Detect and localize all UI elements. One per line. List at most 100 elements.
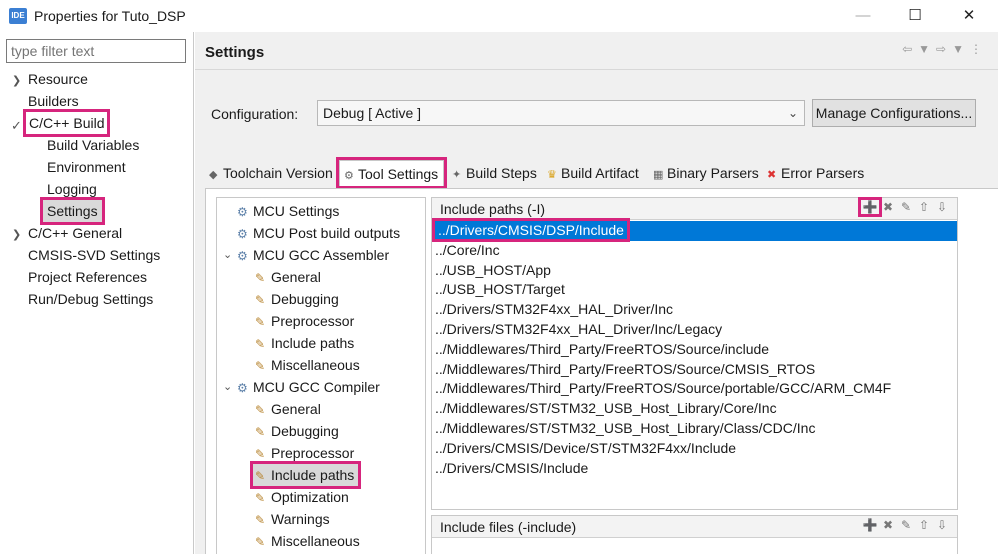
property-page-tree: ❯ Resource Builders ✓ C/C++ Build Build …: [0, 32, 194, 554]
close-icon[interactable]: ✕: [946, 4, 992, 28]
list-item[interactable]: ../Drivers/STM32F4xx_HAL_Driver/Inc/Lega…: [432, 320, 957, 340]
chevron-down-icon[interactable]: ⌄: [223, 380, 232, 393]
add-file-icon[interactable]: ➕: [861, 518, 879, 532]
tab-toolchain-version[interactable]: ◆ Toolchain Version: [205, 160, 335, 186]
list-item[interactable]: ../Middlewares/ST/STM32_USB_Host_Library…: [432, 399, 957, 419]
include-files-title: Include files (-include): [440, 519, 577, 535]
settings-page-icon: ✎: [255, 447, 266, 462]
tool-tree-item[interactable]: ✎ Preprocessor: [255, 442, 354, 464]
list-item[interactable]: ../Drivers/CMSIS/Device/ST/STM32F4xx/Inc…: [432, 439, 957, 459]
list-item[interactable]: ../Middlewares/ST/STM32_USB_Host_Library…: [432, 419, 957, 439]
maximize-icon[interactable]: ☐: [892, 4, 938, 28]
tool-tree-item-include-paths[interactable]: ✎ Include paths: [249, 461, 362, 489]
tab-error-parsers[interactable]: ✖ Error Parsers: [763, 160, 864, 186]
sidebar-item-cpp-general[interactable]: C/C++ General: [28, 222, 122, 244]
move-up-icon[interactable]: ⇧: [915, 200, 933, 214]
configuration-row: Configuration: Debug [ Active ] ⌄ Manage…: [205, 84, 976, 134]
gear-icon: ⚙: [237, 205, 248, 220]
list-item[interactable]: ../USB_HOST/Target: [432, 280, 957, 300]
chevron-down-icon[interactable]: ✓: [11, 118, 22, 134]
chevron-down-icon[interactable]: ⌄: [223, 248, 232, 261]
include-files-header: Include files (-include) ➕ ✖ ✎ ⇧ ⇩: [432, 516, 957, 538]
filter-input[interactable]: [6, 39, 186, 63]
list-item[interactable]: ../Drivers/CMSIS/Include: [432, 459, 957, 479]
settings-page-icon: ✎: [255, 513, 266, 528]
list-item[interactable]: ../Drivers/CMSIS/DSP/Include: [432, 218, 957, 242]
title-bar: IDE Properties for Tuto_DSP — ☐ ✕: [0, 0, 998, 32]
sidebar-item-cpp-build[interactable]: C/C++ Build: [22, 109, 111, 137]
list-item[interactable]: ../Core/Inc: [432, 241, 957, 261]
list-item[interactable]: ../USB_HOST/App: [432, 261, 957, 281]
forward-menu-icon[interactable]: ▼: [952, 42, 970, 56]
nav-arrows[interactable]: ⇦▼⇨▼⋮: [902, 42, 988, 56]
manage-configurations-button[interactable]: Manage Configurations...: [812, 99, 976, 127]
tool-tree-item[interactable]: ⚙ MCU Post build outputs: [237, 222, 400, 244]
tab-binary-parsers[interactable]: ▦ Binary Parsers: [649, 160, 761, 186]
tab-build-artifact[interactable]: ♛ Build Artifact: [543, 160, 646, 186]
sidebar-item-settings[interactable]: Settings: [40, 197, 105, 225]
configuration-select[interactable]: Debug [ Active ] ⌄: [317, 100, 805, 126]
tab-build-steps[interactable]: ✦ Build Steps: [448, 160, 540, 186]
list-item[interactable]: ../Middlewares/Third_Party/FreeRTOS/Sour…: [432, 360, 957, 380]
sidebar-item-resource[interactable]: Resource: [28, 68, 88, 90]
tab-tool-settings[interactable]: ⚙ Tool Settings: [336, 157, 447, 189]
include-files-toolbar: ➕ ✖ ✎ ⇧ ⇩: [861, 518, 951, 532]
forward-arrow-icon[interactable]: ⇨: [936, 42, 952, 56]
settings-page-icon: ✎: [255, 337, 266, 352]
tool-tree-item[interactable]: ⚙ MCU GCC Compiler: [237, 376, 380, 398]
tool-tree-item[interactable]: ✎ General: [255, 398, 321, 420]
sidebar-item-environment[interactable]: Environment: [47, 156, 126, 178]
gear-icon: ⚙: [237, 249, 248, 264]
sidebar-item-run-debug[interactable]: Run/Debug Settings: [28, 288, 153, 310]
tool-settings-icon: ⚙: [344, 170, 354, 182]
tool-tree-item[interactable]: ✎ Miscellaneous: [255, 354, 360, 376]
view-menu-icon[interactable]: ⋮: [970, 42, 988, 56]
back-menu-icon[interactable]: ▼: [918, 42, 936, 56]
include-files-panel: Include files (-include) ➕ ✖ ✎ ⇧ ⇩: [431, 515, 958, 554]
settings-page-icon: ✎: [255, 315, 266, 330]
include-paths-header: Include paths (-I) ➕ ✖ ✎ ⇧ ⇩: [432, 197, 957, 220]
tool-tree-item[interactable]: ✎ Debugging: [255, 288, 339, 310]
delete-file-icon[interactable]: ✖: [879, 518, 897, 532]
sidebar-item-cmsis-svd[interactable]: CMSIS-SVD Settings: [28, 244, 160, 266]
tool-tree-item[interactable]: ✎ Debugging: [255, 420, 339, 442]
tool-tree-item[interactable]: ⚙ MCU Settings: [237, 200, 339, 222]
settings-page-icon: ✎: [255, 425, 266, 440]
page-title: Settings: [205, 44, 265, 61]
settings-page: Settings ⇦▼⇨▼⋮ Configuration: Debug [ Ac…: [195, 32, 998, 554]
sidebar-item-build-variables[interactable]: Build Variables: [47, 134, 139, 156]
tool-tree-item[interactable]: ⚙ MCU GCC Assembler: [237, 244, 389, 266]
edit-file-icon[interactable]: ✎: [897, 518, 915, 532]
tool-tree-item[interactable]: ✎ Preprocessor: [255, 310, 354, 332]
settings-page-icon: ✎: [255, 293, 266, 308]
delete-path-icon[interactable]: ✖: [879, 200, 897, 214]
chevron-right-icon[interactable]: ❯: [12, 228, 21, 241]
tool-tree-item[interactable]: ✎ Warnings: [255, 508, 330, 530]
sidebar-item-logging[interactable]: Logging: [47, 178, 97, 200]
sidebar-item-builders[interactable]: Builders: [28, 90, 79, 112]
back-arrow-icon[interactable]: ⇦: [902, 42, 918, 56]
tool-tree-item[interactable]: ✎ Include paths: [255, 332, 354, 354]
settings-page-icon: ✎: [255, 403, 266, 418]
edit-path-icon[interactable]: ✎: [897, 200, 915, 214]
settings-page-icon: ✎: [255, 271, 266, 286]
list-item[interactable]: ../Middlewares/Third_Party/FreeRTOS/Sour…: [432, 340, 957, 360]
tool-tree-item[interactable]: ✎ General: [255, 266, 321, 288]
minimize-icon[interactable]: —: [840, 4, 886, 28]
add-path-icon[interactable]: ➕: [858, 197, 882, 217]
include-paths-panel: Include paths (-I) ➕ ✖ ✎ ⇧ ⇩ ../Drivers/CMSI…: [431, 197, 958, 510]
gear-icon: ⚙: [237, 381, 248, 396]
tool-tree-item[interactable]: ✎ Miscellaneous: [255, 530, 360, 552]
sidebar-item-project-references[interactable]: Project References: [28, 266, 147, 288]
gear-icon: ⚙: [237, 227, 248, 242]
build-steps-icon: ✦: [452, 169, 462, 181]
tool-tree-item[interactable]: ✎ Optimization: [255, 486, 349, 508]
toolchain-icon: ◆: [209, 169, 218, 181]
chevron-right-icon[interactable]: ❯: [12, 74, 21, 87]
list-item[interactable]: ../Middlewares/Third_Party/FreeRTOS/Sour…: [432, 379, 957, 399]
move-down-icon[interactable]: ⇩: [933, 518, 951, 532]
list-item[interactable]: ../Drivers/STM32F4xx_HAL_Driver/Inc: [432, 300, 957, 320]
include-paths-list: ../Drivers/CMSIS/DSP/Include ../Core/Inc…: [432, 218, 957, 479]
move-down-icon[interactable]: ⇩: [933, 200, 951, 214]
move-up-icon[interactable]: ⇧: [915, 518, 933, 532]
